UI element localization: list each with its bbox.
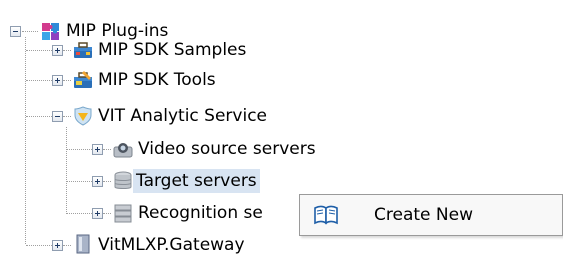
open-book-icon xyxy=(314,205,338,225)
tree-line xyxy=(103,213,111,215)
tree-line xyxy=(26,116,52,118)
tree-line xyxy=(67,181,92,183)
menu-item-label: Create New xyxy=(374,205,473,225)
tree-line xyxy=(63,116,71,118)
expand-icon[interactable] xyxy=(92,144,103,155)
toolbox-samples-icon xyxy=(74,42,92,58)
tree-line xyxy=(26,80,52,82)
puzzle-pieces-icon xyxy=(42,23,59,40)
tree-line xyxy=(25,37,27,244)
expand-icon[interactable] xyxy=(52,45,63,56)
tree-line xyxy=(26,50,52,52)
tree-line xyxy=(63,50,71,52)
expand-icon[interactable] xyxy=(92,176,103,187)
expand-icon[interactable] xyxy=(92,208,103,219)
expand-icon[interactable] xyxy=(52,240,63,251)
gateway-box-icon xyxy=(76,234,90,254)
context-menu: Create New xyxy=(299,194,563,236)
expand-icon[interactable] xyxy=(52,75,63,86)
tree-node-label: Target servers xyxy=(133,169,260,193)
database-icon xyxy=(114,171,132,189)
tree-node-label: MIP SDK Tools xyxy=(98,70,216,90)
camera-server-icon xyxy=(113,143,133,158)
tree-node-label: Video source servers xyxy=(138,139,316,159)
tree-line xyxy=(63,245,71,247)
tree-line xyxy=(67,213,92,215)
tree-node-label: VitMLXP.Gateway xyxy=(98,235,245,255)
tree-node-label: MIP SDK Samples xyxy=(98,40,247,60)
tree-line xyxy=(63,80,71,82)
tree-line xyxy=(103,181,111,183)
collapse-icon[interactable] xyxy=(10,26,21,37)
toolbox-tools-icon xyxy=(74,71,92,88)
menu-item-create-new[interactable]: Create New xyxy=(300,195,562,235)
server-stack-icon xyxy=(114,204,132,223)
tree-line xyxy=(66,127,68,214)
shield-analytic-icon xyxy=(74,106,92,126)
tree-node-label: VIT Analytic Service xyxy=(98,106,268,126)
tree-line xyxy=(26,245,52,247)
collapse-icon[interactable] xyxy=(52,111,63,122)
tree-node-label: Recognition se xyxy=(138,203,263,223)
tree-line xyxy=(67,149,92,151)
tree-line xyxy=(22,31,38,33)
tree-line xyxy=(103,149,111,151)
